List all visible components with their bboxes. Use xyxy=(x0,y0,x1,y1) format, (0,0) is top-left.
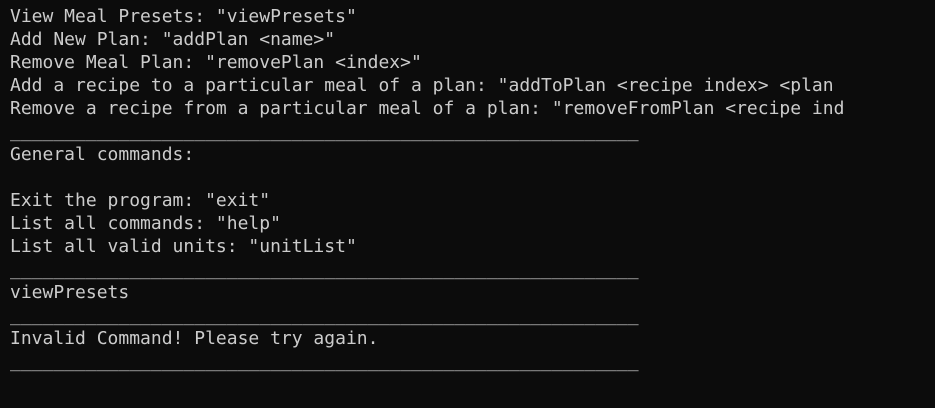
terminal-line-add-to-plan: Add a recipe to a particular meal of a p… xyxy=(10,75,834,96)
separator-line: ________________________________________… xyxy=(10,259,639,280)
terminal-line-add-plan: Add New Plan: "addPlan <name>" xyxy=(10,29,336,50)
terminal-line-remove-from-plan: Remove a recipe from a particular meal o… xyxy=(10,98,845,119)
terminal-line-help: List all commands: "help" xyxy=(10,213,281,234)
terminal-line-unit-list: List all valid units: "unitList" xyxy=(10,236,357,257)
terminal-window[interactable]: View Meal Presets: "viewPresets" Add New… xyxy=(0,0,935,408)
separator-line: ________________________________________… xyxy=(10,305,639,326)
terminal-line-view-presets: View Meal Presets: "viewPresets" xyxy=(10,6,357,27)
terminal-line-exit: Exit the program: "exit" xyxy=(10,190,271,211)
terminal-user-input: viewPresets xyxy=(10,282,130,303)
terminal-line-remove-plan: Remove Meal Plan: "removePlan <index>" xyxy=(10,52,422,73)
separator-line: ________________________________________… xyxy=(10,121,639,142)
separator-line: ________________________________________… xyxy=(10,351,639,372)
terminal-error-message: Invalid Command! Please try again. xyxy=(10,328,379,349)
terminal-line-general-commands-heading: General commands: xyxy=(10,144,195,165)
